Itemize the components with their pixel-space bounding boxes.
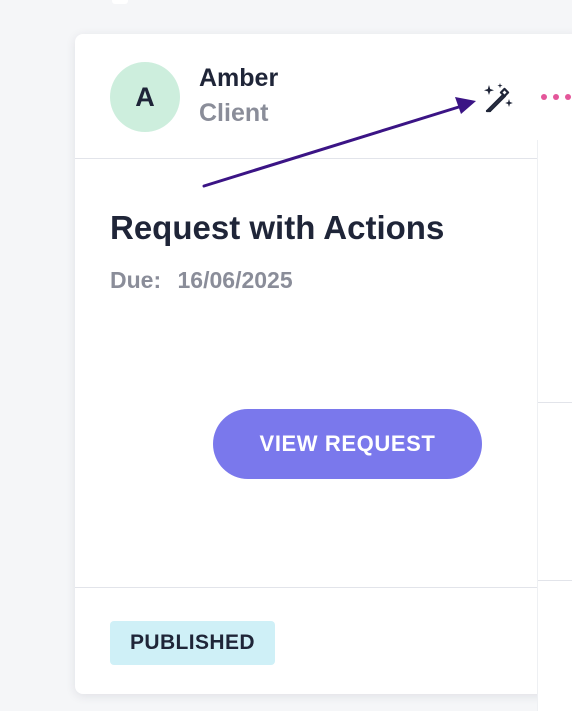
card-header: A Amber Client	[75, 34, 572, 159]
adjacent-panel	[537, 140, 572, 711]
avatar: A	[110, 62, 180, 132]
due-date-row: Due: 16/06/2025	[110, 267, 293, 294]
more-dot	[565, 94, 571, 100]
card-footer: PUBLISHED	[75, 587, 572, 694]
more-dot	[553, 94, 559, 100]
status-badge: PUBLISHED	[110, 621, 275, 665]
page: A Amber Client Request with Actions Due:…	[0, 0, 572, 711]
due-date: 16/06/2025	[177, 267, 293, 293]
divider	[538, 402, 572, 403]
user-name: Amber	[199, 64, 279, 92]
card-body: Request with Actions Due: 16/06/2025 VIE…	[75, 159, 572, 587]
due-label: Due:	[110, 267, 162, 293]
request-card: A Amber Client Request with Actions Due:…	[75, 34, 572, 694]
divider	[538, 580, 572, 581]
request-title: Request with Actions	[110, 209, 445, 246]
background-fragment	[112, 0, 128, 4]
magic-wand-sparkles-icon	[484, 83, 513, 113]
more-horizontal-icon	[541, 94, 547, 100]
more-options-button[interactable]	[541, 84, 572, 110]
avatar-initial: A	[135, 81, 155, 112]
magic-actions-button[interactable]	[478, 78, 518, 118]
user-role: Client	[199, 99, 269, 127]
view-request-button[interactable]: VIEW REQUEST	[213, 409, 482, 479]
